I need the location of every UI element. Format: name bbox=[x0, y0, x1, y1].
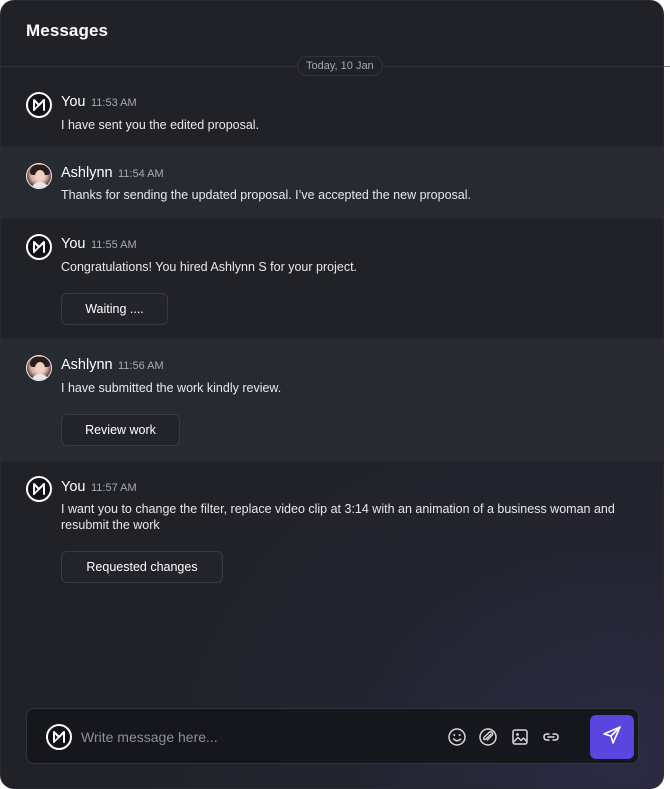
message-item: You 11:53 AM I have sent you the edited … bbox=[1, 77, 663, 147]
sender-name: You bbox=[61, 236, 86, 252]
link-icon[interactable] bbox=[541, 727, 561, 747]
user-avatar bbox=[26, 163, 52, 189]
sender-name: Ashlynn bbox=[61, 357, 113, 373]
brand-logo-icon bbox=[26, 234, 52, 260]
emoji-icon[interactable] bbox=[447, 727, 467, 747]
message-text: I have sent you the edited proposal. bbox=[61, 118, 260, 132]
message-input[interactable] bbox=[81, 726, 421, 748]
message-text: I want you to change the filter, replace… bbox=[61, 502, 615, 532]
sender-name: Ashlynn bbox=[61, 165, 113, 181]
message-text: I have submitted the work kindly review. bbox=[61, 381, 282, 395]
message-time: 11:57 AM bbox=[91, 482, 137, 494]
attachment-icon[interactable] bbox=[478, 727, 498, 747]
sender-name: You bbox=[61, 479, 86, 495]
message-item: You 11:55 AM Congratulations! You hired … bbox=[1, 219, 663, 339]
date-separator: Today, 10 Jan bbox=[297, 56, 383, 76]
message-item: You 11:57 AM I want you to change the fi… bbox=[1, 461, 663, 601]
image-icon[interactable] bbox=[510, 727, 530, 747]
requested-changes-button[interactable]: Requested changes bbox=[61, 551, 223, 583]
send-icon bbox=[601, 724, 623, 751]
user-avatar bbox=[26, 355, 52, 381]
review-work-button[interactable]: Review work bbox=[61, 414, 180, 446]
edge-line bbox=[664, 66, 670, 67]
message-text: Thanks for sending the updated proposal.… bbox=[61, 188, 471, 202]
messages-panel: Messages Today, 10 Jan You 11:53 AM I ha… bbox=[0, 0, 664, 789]
message-time: 11:53 AM bbox=[91, 97, 137, 109]
page-title: Messages bbox=[26, 21, 109, 40]
message-item: Ashlynn 11:54 AM Thanks for sending the … bbox=[1, 147, 663, 219]
brand-logo-icon bbox=[26, 476, 52, 502]
message-time: 11:54 AM bbox=[118, 168, 164, 180]
message-item: Ashlynn 11:56 AM I have submitted the wo… bbox=[1, 339, 663, 461]
brand-logo-icon bbox=[46, 724, 72, 750]
send-button[interactable] bbox=[590, 715, 634, 759]
waiting-button[interactable]: Waiting .... bbox=[61, 293, 168, 325]
message-composer bbox=[26, 708, 639, 764]
brand-logo-icon bbox=[26, 92, 52, 118]
sender-name: You bbox=[61, 94, 86, 110]
message-time: 11:56 AM bbox=[118, 360, 164, 372]
message-time: 11:55 AM bbox=[91, 239, 137, 251]
message-text: Congratulations! You hired Ashlynn S for… bbox=[61, 260, 358, 274]
